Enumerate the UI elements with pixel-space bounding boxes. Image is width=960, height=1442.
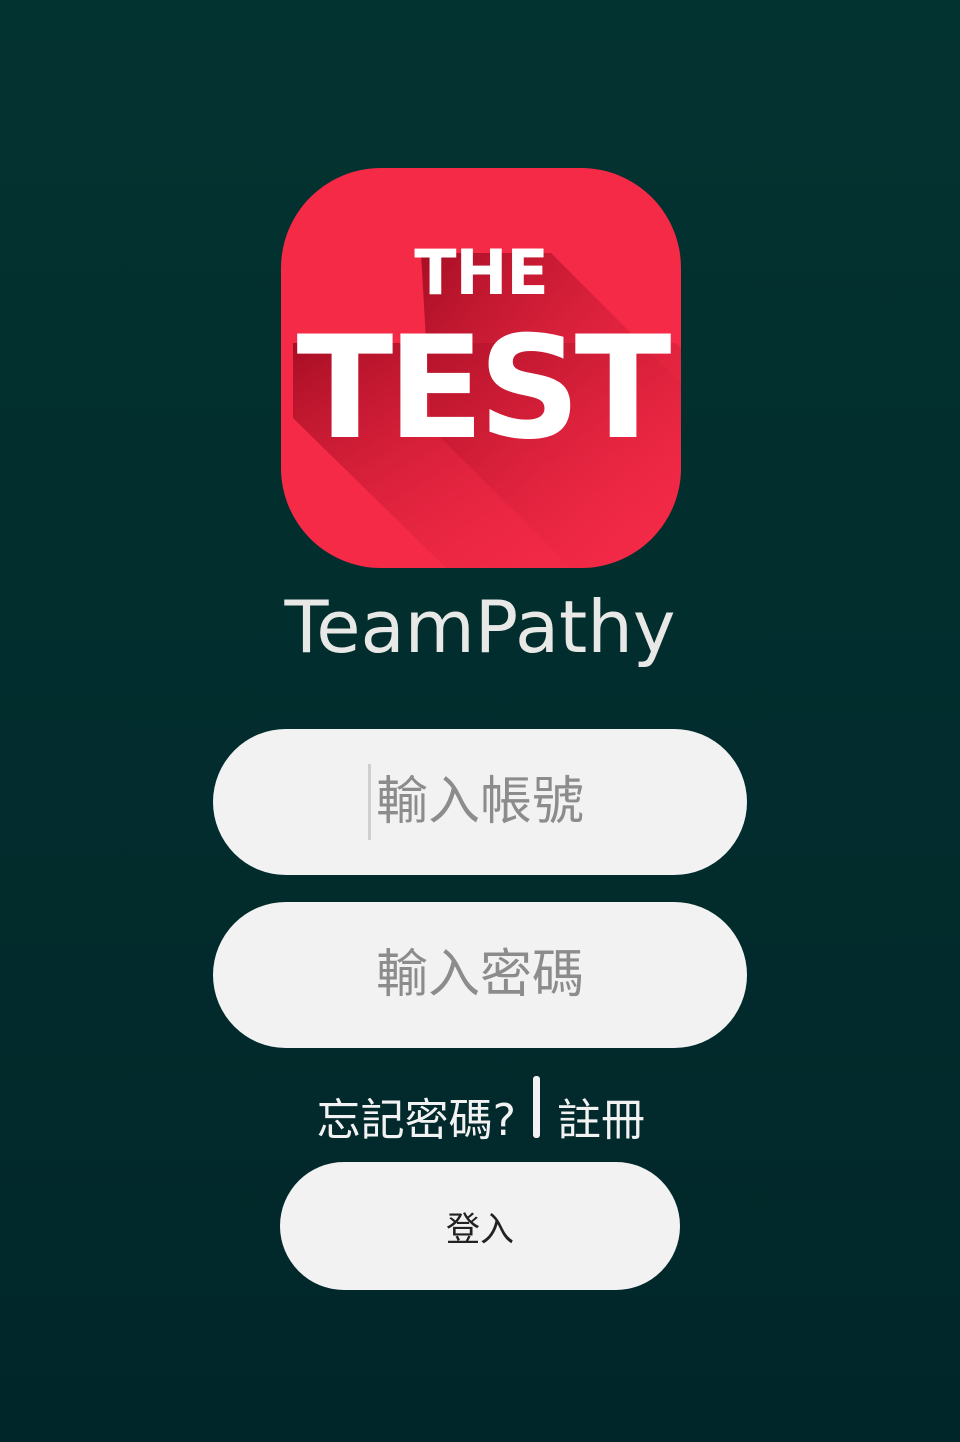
app-logo: THE TEST (281, 168, 681, 568)
password-field[interactable] (213, 902, 747, 1048)
register-link[interactable]: 註冊 (557, 1084, 645, 1148)
login-screen: THE TEST TeamPathy 忘記密碼? 註冊 登入 (0, 0, 960, 1442)
auth-links: 忘記密碼? 註冊 (0, 1076, 960, 1146)
username-field[interactable] (213, 729, 747, 875)
username-input[interactable] (213, 729, 747, 875)
forgot-password-link[interactable]: 忘記密碼? (317, 1084, 516, 1148)
logo-text-the: THE (414, 236, 549, 309)
logo-text-test: TEST (296, 306, 672, 471)
app-name: TeamPathy (284, 585, 676, 669)
password-input[interactable] (213, 902, 747, 1048)
link-divider (533, 1076, 540, 1138)
login-button[interactable]: 登入 (280, 1162, 680, 1290)
text-cursor (368, 764, 371, 840)
